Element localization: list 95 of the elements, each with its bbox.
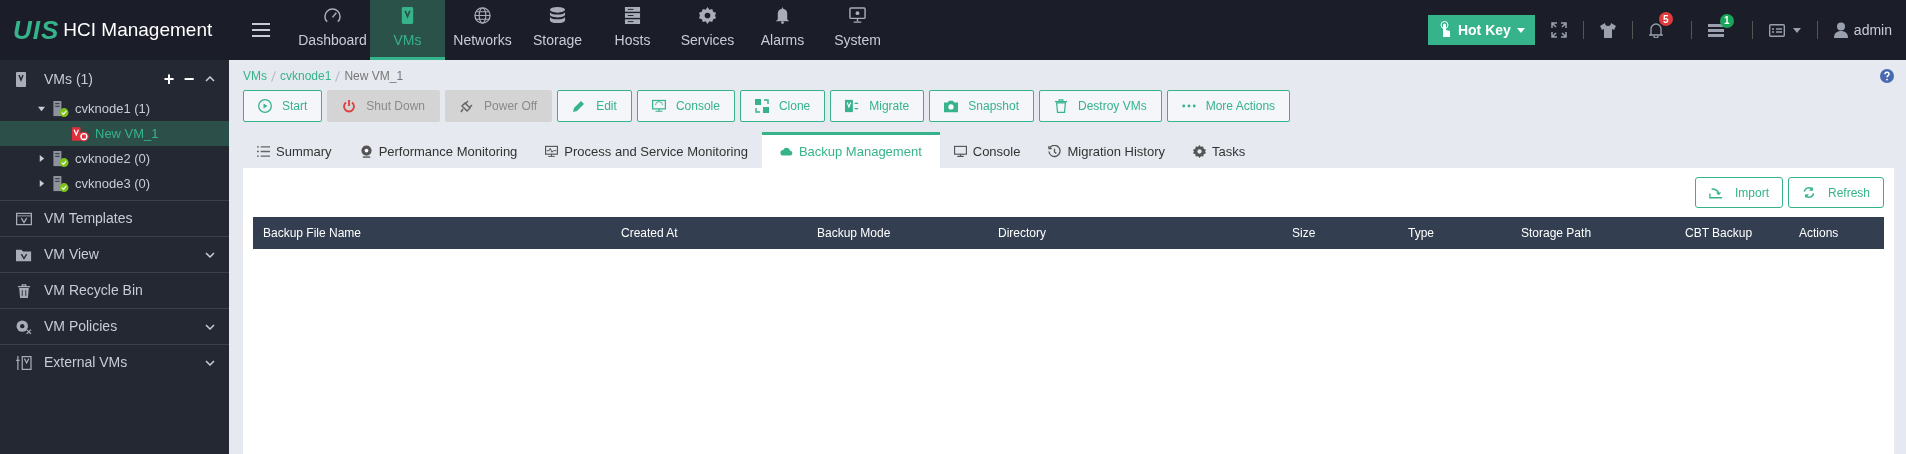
user-name[interactable]: admin [1853, 19, 1892, 41]
clone-icon [754, 99, 769, 113]
power-icon [342, 99, 357, 113]
gear-icon [1193, 145, 1206, 158]
chevron-down-icon[interactable] [205, 359, 215, 366]
host-tree-item[interactable]: cvknode1 (1) [0, 96, 229, 121]
shirt-icon[interactable] [1599, 22, 1616, 38]
history-icon [1048, 145, 1062, 158]
nav-tab[interactable]: Services [670, 0, 745, 60]
vm-tree-item[interactable]: New VM_1 [0, 121, 229, 146]
external-vm-icon [16, 355, 32, 370]
vm-icon [16, 71, 26, 87]
globe-icon [474, 6, 491, 24]
caret-right-icon[interactable] [38, 180, 45, 187]
logo: UIS [13, 13, 60, 47]
bell-icon [774, 6, 791, 24]
trash-icon [1054, 99, 1068, 113]
menu-icon[interactable] [251, 22, 271, 38]
app-title: HCI Management [63, 17, 213, 42]
sidebar-item[interactable]: VM View [0, 236, 229, 272]
tab[interactable]: Migration History [1034, 132, 1179, 168]
host-tree-item[interactable]: cvknode2 (0) [0, 146, 229, 171]
plug-icon [460, 99, 475, 113]
column-header[interactable]: Actions [1799, 224, 1884, 242]
chevron-down-icon[interactable] [205, 251, 215, 258]
caret-icon[interactable] [1792, 27, 1801, 33]
task-count-badge: 1 [1719, 13, 1734, 28]
more-icon [1181, 104, 1196, 108]
bell-icon[interactable] [1648, 22, 1663, 38]
list-window-icon[interactable] [1768, 23, 1785, 37]
folder-icon [16, 247, 32, 262]
server-icon [624, 6, 641, 24]
gauge-icon [324, 6, 341, 24]
column-header[interactable]: Backup File Name [263, 224, 621, 242]
cloud-icon [779, 145, 793, 158]
play-icon [258, 99, 272, 113]
breadcrumb-current: New VM_1 [344, 68, 404, 85]
nav-tab[interactable]: Alarms [745, 0, 820, 60]
nav-tab[interactable]: System [820, 0, 895, 60]
tab[interactable]: Summary [243, 132, 346, 168]
nav-tab[interactable]: Storage [520, 0, 595, 60]
tab[interactable]: Console [939, 132, 1035, 168]
monitor-icon [651, 99, 666, 113]
remove-button[interactable]: − [182, 65, 196, 93]
tab[interactable]: Tasks [1179, 132, 1260, 168]
policy-icon [16, 319, 32, 334]
server-status-icon [52, 100, 69, 117]
monitor-icon [849, 6, 866, 24]
user-icon[interactable] [1833, 22, 1848, 38]
gear-icon [699, 6, 716, 24]
column-header[interactable]: Type [1408, 224, 1521, 242]
add-button[interactable]: + [162, 65, 176, 93]
host-tree-item[interactable]: cvknode3 (0) [0, 171, 229, 196]
tree-title[interactable]: VMs (1) [44, 68, 162, 90]
refresh-icon [1801, 186, 1816, 199]
fullscreen-icon[interactable] [1550, 22, 1567, 38]
collapse-icon[interactable] [205, 76, 215, 82]
column-header[interactable]: Directory [998, 224, 1292, 242]
sidebar-item[interactable]: VM Recycle Bin [0, 272, 229, 308]
server-list-icon[interactable] [1707, 23, 1724, 37]
column-header[interactable]: Backup Mode [817, 224, 998, 242]
column-header[interactable]: CBT Backup [1685, 224, 1799, 242]
column-header[interactable]: Storage Path [1521, 224, 1685, 242]
tab[interactable]: Performance Monitoring [345, 132, 532, 168]
nav-tab[interactable]: Networks [445, 0, 520, 60]
monitor-icon [953, 145, 967, 158]
touch-icon [1437, 21, 1452, 39]
caret-icon [1516, 27, 1525, 33]
sidebar-item[interactable]: VM Templates [0, 200, 229, 236]
webcam-icon [359, 145, 373, 158]
vm-stopped-icon [72, 125, 89, 142]
nav-tab[interactable]: Dashboard [295, 0, 370, 60]
sidebar-item[interactable]: VM Policies [0, 308, 229, 344]
camera-icon [944, 99, 959, 113]
import-icon [1708, 186, 1723, 199]
caret-down-icon[interactable] [38, 105, 45, 112]
trash-icon [16, 283, 32, 298]
caret-right-icon[interactable] [38, 155, 45, 162]
nav-tab[interactable]: Hosts [595, 0, 670, 60]
list-icon [257, 145, 270, 158]
server-status-icon [52, 175, 69, 192]
vm-arrows-icon [845, 99, 860, 113]
alarm-count-badge: 5 [1658, 12, 1673, 26]
vm-icon [399, 6, 416, 24]
database-icon [549, 6, 566, 24]
template-icon [16, 211, 32, 226]
tab[interactable]: Process and Service Monitoring [531, 132, 762, 168]
pencil-icon [572, 99, 587, 113]
column-header[interactable]: Created At [621, 224, 817, 242]
chevron-down-icon[interactable] [205, 323, 215, 330]
column-header[interactable]: Size [1292, 224, 1408, 242]
help-icon[interactable] [1880, 69, 1894, 83]
server-status-icon [52, 150, 69, 167]
sidebar-item[interactable]: External VMs [0, 344, 229, 380]
monitor-pulse-icon [545, 145, 559, 158]
